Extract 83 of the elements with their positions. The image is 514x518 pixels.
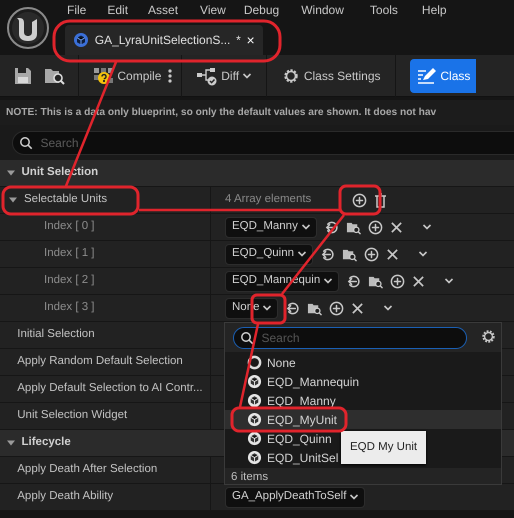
caret-icon [296, 250, 307, 258]
property-label: Initial Selection [17, 327, 95, 342]
menu-item[interactable]: Edit [107, 1, 128, 19]
document-tab[interactable]: GA_LyraUnitSelectionS... * × [65, 25, 263, 55]
asset-dropdown[interactable]: EQD_Manny [225, 216, 317, 238]
tooltip: EQD My Unit [341, 431, 426, 464]
trash-icon[interactable] [374, 192, 388, 208]
caret-icon [242, 72, 252, 80]
blueprint-icon [73, 32, 89, 48]
asset-cube-icon [247, 412, 262, 427]
insert-icon[interactable] [368, 220, 383, 234]
empty-circle-icon [247, 355, 262, 370]
toolbar-button[interactable]: Class [410, 58, 476, 92]
more-caret-icon[interactable] [444, 277, 454, 285]
toolbar-button[interactable]: Class Settings [274, 58, 387, 92]
search-input[interactable]: Search [38, 133, 438, 153]
close-button[interactable]: × [246, 33, 255, 47]
property-label: Apply Death Ability [17, 489, 114, 504]
more-options-icon[interactable] [167, 68, 174, 84]
search-box[interactable]: Search [12, 131, 514, 155]
array-index-label: Index [ 0 ] [43, 219, 95, 234]
clear-icon[interactable] [386, 248, 399, 260]
caret-icon [262, 304, 272, 312]
menu-item[interactable]: Help [422, 1, 447, 19]
save-icon[interactable] [14, 66, 32, 84]
edit-pencil-icon [416, 66, 438, 86]
section-header[interactable]: Lifecycle [22, 434, 71, 452]
property-label: Unit Selection Widget [17, 408, 128, 424]
asset-cube-icon [247, 374, 262, 389]
caret-icon [323, 277, 334, 285]
toolbar-button[interactable]: Compile [86, 58, 168, 92]
menu-item[interactable]: File [67, 1, 86, 19]
reset-arrow-icon[interactable] [324, 220, 339, 234]
asset-option[interactable]: EQD_Mannequin [225, 372, 501, 391]
asset-option[interactable]: None [225, 353, 501, 372]
logo-icon[interactable] [6, 6, 50, 50]
reset-arrow-icon[interactable] [285, 300, 300, 316]
asset-cube-icon [247, 393, 262, 408]
property-label: Apply Random Default Selection [17, 354, 183, 370]
property-label: Selectable Units [24, 192, 108, 208]
insert-icon[interactable] [329, 300, 344, 316]
more-caret-icon[interactable] [422, 223, 432, 231]
search-icon [240, 331, 254, 345]
asset-cube-icon [247, 450, 262, 465]
menu-item[interactable]: Tools [370, 1, 398, 19]
add-element-icon[interactable] [352, 192, 368, 208]
array-index-label: Index [ 2 ] [43, 273, 95, 288]
asset-dropdown[interactable]: GA_ApplyDeathToSelf [225, 486, 366, 508]
caret-icon [300, 223, 311, 231]
clear-icon[interactable] [390, 220, 403, 234]
search-icon [18, 136, 33, 150]
menu-item[interactable]: Asset [148, 1, 178, 19]
search-box[interactable]: Search [233, 327, 467, 349]
reset-arrow-icon[interactable] [320, 246, 335, 262]
menu-item[interactable]: Debug [244, 1, 280, 19]
expand-arrow-icon[interactable] [6, 168, 16, 178]
asset-dropdown[interactable]: EQD_Quinn [225, 244, 313, 264]
array-index-label: Index [ 3 ] [43, 300, 95, 316]
asset-option[interactable]: EQD_MyUnit [225, 410, 501, 429]
toolbar-button[interactable]: Diff [190, 58, 258, 92]
menu-item[interactable]: View [200, 1, 226, 19]
more-caret-icon[interactable] [418, 250, 428, 258]
diff-icon [196, 66, 218, 86]
insert-icon[interactable] [390, 274, 406, 288]
search-input[interactable]: Search [260, 328, 450, 348]
reset-arrow-icon[interactable] [346, 274, 362, 288]
caret-icon [349, 493, 360, 501]
array-count: 4 Array elements [225, 192, 312, 208]
compile-status-icon [92, 66, 114, 86]
array-index-label: Index [ 1 ] [43, 246, 95, 262]
settings-icon[interactable] [480, 328, 497, 344]
clear-icon[interactable] [412, 274, 426, 288]
clear-icon[interactable] [351, 302, 364, 314]
highlight-outline [338, 184, 382, 216]
item-count: 6 items [231, 470, 268, 484]
insert-icon[interactable] [364, 246, 379, 262]
property-label: Apply Default Selection to AI Contr... [17, 381, 203, 396]
expand-arrow-icon[interactable] [6, 438, 16, 448]
menu-item[interactable]: Window [301, 1, 344, 19]
property-label: Apply Death After Selection [17, 462, 158, 478]
expand-arrow-icon[interactable] [8, 195, 18, 205]
more-caret-icon[interactable] [383, 304, 394, 312]
asset-cube-icon [247, 431, 262, 446]
